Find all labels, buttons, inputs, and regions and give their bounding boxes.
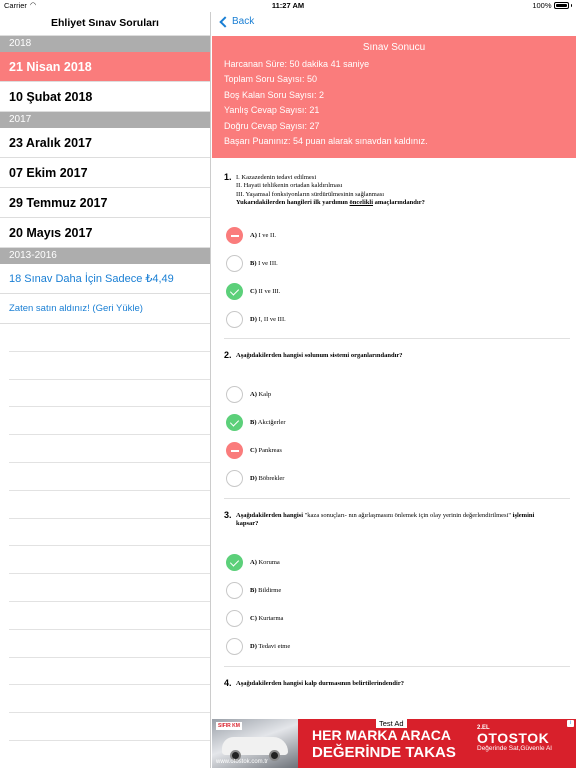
exam-item-10-subat-2018[interactable]: 10 Şubat 2018 xyxy=(0,82,210,112)
chevron-left-icon xyxy=(219,15,231,28)
restore-purchase-link[interactable]: Zaten satın aldınız! (Geri Yükle) xyxy=(0,294,210,324)
exam-item-21-nisan-2018[interactable]: 21 Nisan 2018 xyxy=(0,52,210,82)
question-number: 1. xyxy=(224,172,232,182)
exam-item-07-ekim-2017[interactable]: 07 Ekim 2017 xyxy=(0,158,210,188)
option-b[interactable]: B) Akciğerler xyxy=(226,412,286,432)
option-c[interactable]: C) Kurtarma xyxy=(226,608,283,628)
option-c[interactable]: C) Pankreas xyxy=(226,440,282,460)
empty-row xyxy=(9,463,210,491)
result-title: Sınav Sonucu xyxy=(362,42,426,53)
battery-percent: 100% xyxy=(532,1,552,10)
question-number: 4. xyxy=(224,678,232,688)
option-b[interactable]: B) I ve III. xyxy=(226,253,278,273)
option-d[interactable]: D) Böbrekler xyxy=(226,468,284,488)
battery-indicator: 100% xyxy=(532,1,572,10)
exam-item-23-aralik-2017[interactable]: 23 Aralık 2017 xyxy=(0,128,210,158)
purchase-link[interactable]: 18 Sınav Daha İçin Sadece ₺4,49 xyxy=(0,264,210,294)
divider xyxy=(224,666,570,667)
empty-row xyxy=(9,685,210,714)
ad-badge: SIFIR KM xyxy=(216,722,242,730)
empty-row xyxy=(9,602,210,630)
section-header-2013-2016: 2013-2016 xyxy=(0,248,210,264)
ad-banner[interactable]: SIFIR KM www.otostok.com.tr Test Ad HER … xyxy=(212,719,576,768)
ad-brand-block: 2.EL OTOSTOK Değerinde Sat,Güvenle Al xyxy=(477,725,573,752)
radio-icon xyxy=(226,469,243,487)
option-c[interactable]: C) II ve III. xyxy=(226,281,280,301)
sidebar-title: Ehliyet Sınav Soruları xyxy=(0,12,210,36)
empty-row xyxy=(9,435,210,463)
exam-item-29-temmuz-2017[interactable]: 29 Temmuz 2017 xyxy=(0,188,210,218)
result-line-wrong: Yanlış Cevap Sayısı: 21 xyxy=(224,105,320,116)
ad-headline-2: DEĞERİNDE TAKAS xyxy=(312,744,456,761)
empty-row xyxy=(9,352,210,380)
option-a[interactable]: A) I ve II. xyxy=(226,225,276,245)
radio-icon xyxy=(226,254,243,272)
correct-answer-icon xyxy=(226,282,243,300)
option-d[interactable]: D) Tedavi etme xyxy=(226,636,290,656)
radio-icon xyxy=(226,385,243,403)
empty-row xyxy=(9,491,210,519)
question-text: Aşağıdakilerden hangisi kalp durmasının … xyxy=(236,680,404,687)
ad-brand-logo: OTOSTOK xyxy=(477,730,550,746)
detail-pane: Back Sınav Sonucu Harcanan Süre: 50 daki… xyxy=(212,12,576,768)
empty-row xyxy=(9,519,210,547)
section-header-2018: 2018 xyxy=(0,36,210,52)
empty-row xyxy=(9,546,210,575)
divider xyxy=(224,338,570,339)
radio-icon xyxy=(226,310,243,328)
empty-row xyxy=(9,380,210,408)
section-header-2017: 2017 xyxy=(0,112,210,128)
nav-bar: Back xyxy=(212,12,576,36)
sidebar: Ehliyet Sınav Soruları 2018 21 Nisan 201… xyxy=(0,12,211,768)
status-bar: Carrier ◠ 11:27 AM 100% xyxy=(0,0,576,12)
result-line-time: Harcanan Süre: 50 dakika 41 saniye xyxy=(224,59,370,69)
empty-row xyxy=(9,713,210,741)
wrong-answer-icon xyxy=(226,441,243,459)
ad-info-icon[interactable]: i xyxy=(567,720,574,727)
exam-result-panel: Sınav Sonucu Harcanan Süre: 50 dakika 41… xyxy=(212,36,576,158)
radio-icon xyxy=(226,637,243,655)
result-line-total: Toplam Soru Sayısı: 50 xyxy=(224,74,318,85)
empty-row xyxy=(9,324,210,352)
question-text: I. Kazazedenin tedavi edilmesi II. Hayat… xyxy=(236,174,425,207)
ad-headline-1: HER MARKA ARACA xyxy=(312,727,451,743)
question-number: 2. xyxy=(224,350,232,360)
battery-icon xyxy=(553,2,569,9)
ad-slogan: Değerinde Sat,Güvenle Al xyxy=(477,745,552,752)
result-line-score: Başarı Puanınız: 54 puan alarak sınavdan… xyxy=(224,135,428,146)
radio-icon xyxy=(226,609,243,627)
radio-icon xyxy=(226,581,243,599)
option-d[interactable]: D) I, II ve III. xyxy=(226,309,286,329)
back-label: Back xyxy=(232,16,255,27)
correct-answer-icon xyxy=(226,413,243,431)
question-text: Aşağıdakilerden hangisi solunum sistemi … xyxy=(236,352,403,359)
divider xyxy=(224,498,570,499)
result-line-correct: Doğru Cevap Sayısı: 27 xyxy=(224,120,320,131)
option-b[interactable]: B) Bildirme xyxy=(226,580,281,600)
empty-row xyxy=(9,630,210,658)
exam-item-20-mayis-2017[interactable]: 20 Mayıs 2017 xyxy=(0,218,210,248)
question-text: Aşağıdakilerden hangisi "kaza sonuçları-… xyxy=(236,512,535,528)
question-number: 3. xyxy=(224,510,232,520)
wrong-answer-icon xyxy=(226,226,243,244)
option-a[interactable]: A) Kalp xyxy=(226,384,271,404)
option-a[interactable]: A) Koruma xyxy=(226,552,280,572)
correct-answer-icon xyxy=(226,553,243,571)
result-line-blank: Boş Kalan Soru Sayısı: 2 xyxy=(224,89,325,100)
empty-row xyxy=(9,407,210,436)
back-button[interactable]: Back xyxy=(218,15,255,28)
clock: 11:27 AM xyxy=(271,1,305,10)
empty-row xyxy=(9,574,210,602)
ad-url: www.otostok.com.tr xyxy=(216,759,269,765)
empty-row xyxy=(9,658,210,686)
